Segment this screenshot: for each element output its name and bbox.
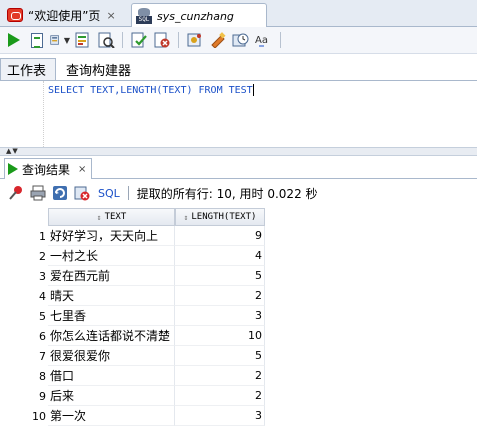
row-number: 9 [39, 389, 46, 403]
cell-length[interactable]: 10 [175, 326, 265, 346]
print-icon[interactable] [30, 185, 46, 201]
worksheet-tab-bar: 工作表 查询构建器 [0, 58, 477, 81]
toolbar-separator [280, 32, 281, 48]
query-result-label: 查询结果 [22, 162, 71, 177]
panel-splitter[interactable]: ▲▼ [0, 147, 477, 156]
tab-query-builder[interactable]: 查询构建器 [60, 58, 137, 80]
rollback-icon[interactable] [152, 30, 172, 50]
row-number: 1 [39, 229, 46, 243]
sql-code-line[interactable]: SELECT TEXT,LENGTH(TEXT) FROM TEST [48, 84, 254, 96]
refresh-icon[interactable] [52, 185, 68, 201]
cell-length[interactable]: 9 [175, 226, 265, 246]
column-header-length[interactable]: ⇕ LENGTH(TEXT) [175, 208, 265, 226]
tab-welcome-page[interactable]: “欢迎使用”页 × [3, 3, 130, 27]
tab-sys-cunzhang[interactable]: SQL sys_cunzhang [131, 3, 267, 28]
cell-text[interactable]: 一村之长 [48, 246, 175, 266]
sql-editor[interactable]: SELECT TEXT,LENGTH(TEXT) FROM TEST [0, 81, 477, 147]
commit-icon[interactable]: ▼ [50, 30, 70, 50]
cell-text[interactable]: 爱在西元前 [48, 266, 175, 286]
row-number: 10 [32, 409, 46, 423]
row-number: 3 [39, 269, 46, 283]
results-tab-bar: 查询结果 × [0, 157, 477, 179]
close-icon[interactable]: × [78, 164, 86, 175]
tab-worksheet[interactable]: 工作表 [0, 58, 56, 80]
run-statement-icon[interactable] [4, 30, 24, 50]
sql-button[interactable]: SQL [98, 187, 120, 200]
format-icon[interactable]: Aa [254, 30, 274, 50]
tab-sys-cunzhang-label: sys_cunzhang [157, 9, 234, 23]
cell-text[interactable]: 七里香 [48, 306, 175, 326]
table-row[interactable]: 7 很爱很爱你 5 [4, 346, 265, 366]
cell-length[interactable]: 5 [175, 266, 265, 286]
document-tab-bar: “欢迎使用”页 × SQL sys_cunzhang [0, 0, 477, 28]
cell-text[interactable]: 你怎么连话都说不清楚 [48, 326, 175, 346]
cell-length[interactable]: 3 [175, 306, 265, 326]
sort-icon[interactable]: ⇕ [184, 213, 189, 222]
row-number-header [4, 208, 48, 226]
pin-icon[interactable] [8, 185, 24, 201]
cancel-query-icon[interactable] [74, 185, 90, 201]
results-toolbar: SQL 提取的所有行: 10, 用时 0.022 秒 [0, 180, 477, 206]
grid-header: ⇕ TEXT ⇕ LENGTH(TEXT) [4, 208, 265, 226]
sql-tuning-icon[interactable] [185, 30, 205, 50]
toolbar-separator [127, 186, 129, 200]
commit-check-icon[interactable] [129, 30, 149, 50]
row-number: 2 [39, 249, 46, 263]
cell-length[interactable]: 2 [175, 286, 265, 306]
editor-gutter [0, 81, 44, 147]
run-icon [8, 163, 18, 175]
cell-text[interactable]: 第一次 [48, 406, 175, 426]
sql-worksheet-icon: SQL [136, 8, 152, 24]
row-number: 6 [39, 329, 46, 343]
clear-icon[interactable] [208, 30, 228, 50]
toolbar-separator [178, 32, 179, 48]
run-script-icon[interactable] [27, 30, 47, 50]
table-row[interactable]: 10 第一次 3 [4, 406, 265, 426]
autotrace-icon[interactable] [96, 30, 116, 50]
table-row[interactable]: 5 七里香 3 [4, 306, 265, 326]
table-row[interactable]: 6 你怎么连话都说不清楚 10 [4, 326, 265, 346]
grid-body: 1 好好学习，天天向上 9 2 一村之长 4 3 爱在西元前 5 4 晴天 2 5 七里香 3 6 你怎么连话都… [4, 226, 265, 426]
fetch-status: 提取的所有行: 10, 用时 0.022 秒 [136, 186, 318, 201]
splitter-arrows-icon[interactable]: ▲▼ [6, 147, 19, 155]
row-number: 7 [39, 349, 46, 363]
cell-length[interactable]: 2 [175, 386, 265, 406]
cell-length[interactable]: 3 [175, 406, 265, 426]
oracle-db-icon [7, 8, 23, 22]
cell-text[interactable]: 很爱很爱你 [48, 346, 175, 366]
worksheet-toolbar: ▼ Aa [0, 27, 477, 54]
text-cursor [252, 84, 254, 96]
results-grid: ⇕ TEXT ⇕ LENGTH(TEXT) 1 好好学习，天天向上 9 2 一村之长 4 3 爱在… [4, 208, 265, 426]
tab-query-result[interactable]: 查询结果 × [4, 158, 92, 179]
cell-length[interactable]: 4 [175, 246, 265, 266]
close-icon[interactable]: × [106, 9, 115, 22]
toolbar-separator [122, 32, 123, 48]
row-number: 4 [39, 289, 46, 303]
table-row[interactable]: 4 晴天 2 [4, 286, 265, 306]
cell-text[interactable]: 后来 [48, 386, 175, 406]
cell-length[interactable]: 2 [175, 366, 265, 386]
explain-plan-icon[interactable] [73, 30, 93, 50]
table-row[interactable]: 8 借口 2 [4, 366, 265, 386]
table-row[interactable]: 3 爱在西元前 5 [4, 266, 265, 286]
row-number: 8 [39, 369, 46, 383]
cell-text[interactable]: 借口 [48, 366, 175, 386]
cell-text[interactable]: 好好学习，天天向上 [48, 226, 175, 246]
row-number: 5 [39, 309, 46, 323]
tab-welcome-label: “欢迎使用”页 [28, 8, 101, 23]
sort-icon[interactable]: ⇕ [97, 213, 102, 222]
table-row[interactable]: 2 一村之长 4 [4, 246, 265, 266]
history-icon[interactable] [231, 30, 251, 50]
cell-length[interactable]: 5 [175, 346, 265, 366]
column-header-text[interactable]: ⇕ TEXT [48, 208, 175, 226]
cell-text[interactable]: 晴天 [48, 286, 175, 306]
table-row[interactable]: 1 好好学习，天天向上 9 [4, 226, 265, 246]
table-row[interactable]: 9 后来 2 [4, 386, 265, 406]
svg-text:Aa: Aa [255, 35, 268, 46]
